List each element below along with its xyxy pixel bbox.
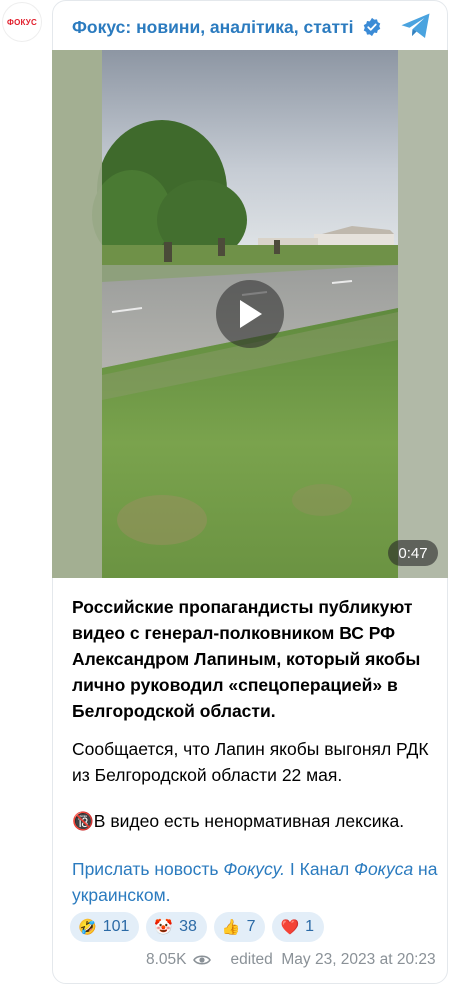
links-separator: I	[285, 859, 300, 879]
eye-icon	[192, 955, 211, 965]
send-news-link[interactable]: Прислать новость Фокусу.	[72, 859, 285, 879]
play-icon	[240, 300, 262, 328]
edited-timestamp: edited May 23, 2023 at 20:23	[230, 951, 436, 968]
profanity-warning-text: В видео есть ненормативная лексика.	[93, 811, 405, 831]
reaction-heart[interactable]: ❤️ 1	[272, 912, 325, 942]
video-player[interactable]: 0:47	[52, 50, 448, 578]
message-paragraph-3: 🔞В видео есть ненормативная лексика.	[72, 808, 442, 834]
rofl-emoji-icon: 🤣	[78, 919, 97, 936]
reaction-count: 101	[102, 918, 130, 935]
age-restriction-icon: 🔞	[72, 811, 94, 831]
reaction-count: 7	[246, 918, 256, 935]
message-header: Фокус: новини, аналітика, статті	[72, 12, 442, 42]
verified-badge-icon	[363, 17, 380, 37]
reaction-clown[interactable]: 🤡 38	[146, 912, 207, 942]
channel-avatar[interactable]: ФОКУС	[2, 2, 42, 42]
thumbs-up-emoji-icon: 👍	[221, 919, 241, 936]
clown-emoji-icon: 🤡	[154, 919, 174, 936]
reaction-count: 38	[179, 918, 197, 935]
telegram-share-icon[interactable]	[400, 12, 432, 40]
reaction-rofl[interactable]: 🤣 101	[70, 912, 140, 942]
reaction-thumbs-up[interactable]: 👍 7	[213, 912, 266, 942]
message-links: Прислать новость Фокусу. I Канал Фокуса …	[72, 856, 442, 908]
heart-emoji-icon: ❤️	[280, 919, 300, 936]
view-count: 8.05K	[146, 951, 187, 968]
message-paragraph-1: Российские пропагандисты публикуют видео…	[72, 597, 421, 721]
reaction-count: 1	[305, 918, 315, 935]
video-duration: 0:47	[388, 540, 438, 566]
play-button[interactable]	[216, 280, 284, 348]
channel-title[interactable]: Фокус: новини, аналітика, статті	[72, 17, 354, 38]
message-footer: 8.05K edited May 23, 2023 at 20:23	[146, 950, 436, 970]
message-paragraph-2: Сообщается, что Лапин якобы выгонял РДК …	[72, 739, 429, 785]
avatar-logo-text: ФОКУС	[7, 17, 37, 27]
reactions-bar: 🤣 101 🤡 38 👍 7 ❤️ 1	[70, 912, 325, 942]
